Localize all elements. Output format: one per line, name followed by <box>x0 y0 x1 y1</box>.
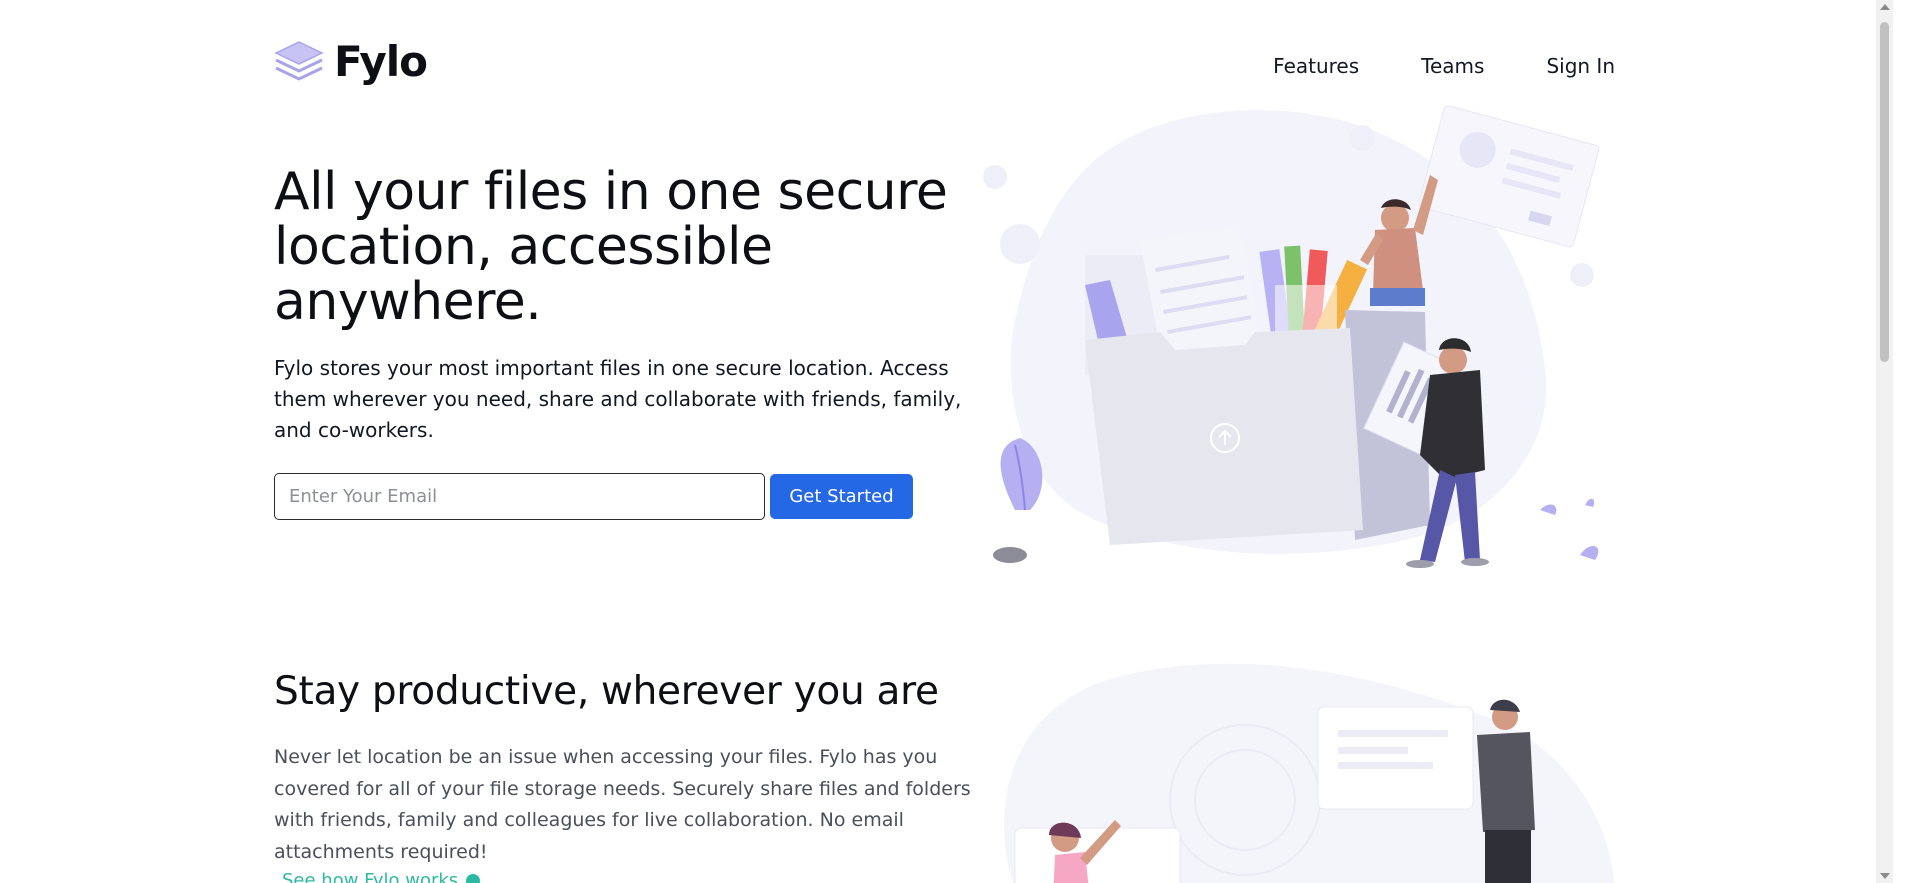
section-title: Stay productive, wherever you are <box>274 669 939 714</box>
vertical-scrollbar[interactable] <box>1876 0 1893 883</box>
section-text: Never let location be an issue when acce… <box>274 746 971 863</box>
stacked-layers-icon <box>274 41 324 81</box>
link-label: See how Fylo works <box>282 870 459 883</box>
hero-title: All your files in one secure location, a… <box>274 162 948 332</box>
nav-teams[interactable]: Teams <box>1421 54 1484 78</box>
scroll-thumb[interactable] <box>1880 22 1889 362</box>
page: Fylo Features Teams Sign In All your fil… <box>0 0 1893 883</box>
see-how-fylo-works-link[interactable]: See how Fylo works <box>282 870 481 883</box>
scroll-down-arrow-icon[interactable] <box>1880 873 1890 879</box>
brand-name: Fylo <box>334 37 428 86</box>
email-input[interactable] <box>274 473 765 520</box>
hero-text: Fylo stores your most important files in… <box>274 356 962 442</box>
team-chat-illustration <box>1004 663 1615 883</box>
nav-features[interactable]: Features <box>1273 54 1359 78</box>
scroll-up-arrow-icon[interactable] <box>1880 4 1890 10</box>
logo[interactable]: Fylo <box>274 37 428 86</box>
main-nav: Features Teams Sign In <box>1273 54 1615 78</box>
get-started-button[interactable]: Get Started <box>770 474 913 519</box>
file-collaboration-illustration <box>983 105 1600 568</box>
arrow-circle-icon <box>466 873 481 883</box>
nav-sign-in[interactable]: Sign In <box>1546 54 1615 78</box>
